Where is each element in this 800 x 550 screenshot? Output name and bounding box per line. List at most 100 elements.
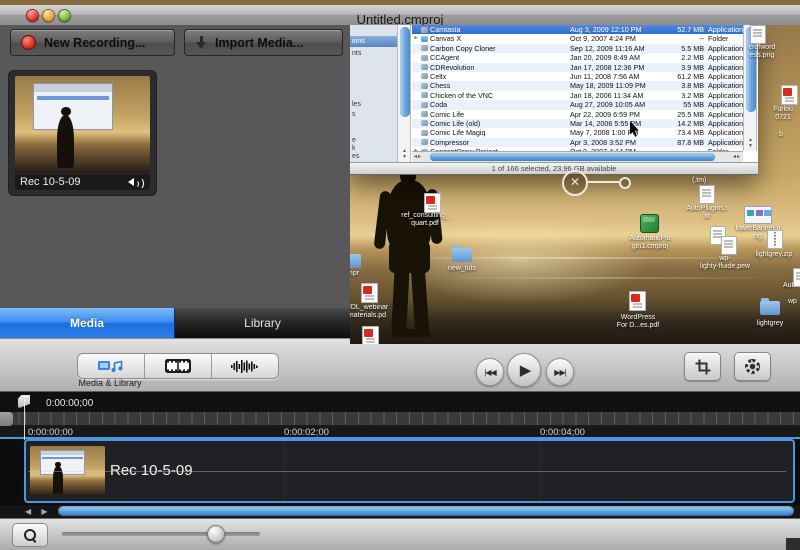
desktop-icon-doc: [721, 236, 737, 255]
magnifier-icon: [24, 529, 36, 541]
desktop-icon-label: new_tuts: [440, 265, 484, 273]
tab-media[interactable]: Media: [0, 308, 175, 338]
media-bin-panel: New Recording... Import Media... Rec 10-…: [0, 25, 350, 338]
timeline-header[interactable]: 0:00:00;00: [0, 392, 800, 412]
desktop-label-fragment: b: [779, 131, 783, 138]
view-segmented-control: [77, 353, 279, 379]
import-media-button[interactable]: Import Media...: [184, 29, 343, 56]
clip-caption: Rec 10-5-09: [15, 174, 150, 190]
app-icon: [421, 83, 428, 89]
bin-tabbar: Media Library: [0, 308, 350, 338]
finder-status-bar: 1 of 166 selected, 23.96 GB available: [350, 162, 758, 174]
import-media-label: Import Media...: [215, 36, 303, 50]
title-bar[interactable]: Untitled.cmproj: [0, 5, 800, 26]
hscroll-thumb: [430, 153, 715, 161]
zoom-tool-button[interactable]: [12, 523, 48, 547]
speaker-icon: [128, 178, 144, 187]
timeline-track: Rec 10-5-09: [0, 439, 800, 505]
play-button[interactable]: ▶: [507, 353, 541, 387]
desktop-icon-pdf: [362, 326, 379, 344]
finder-row: Comic Life MagiqMay 7, 2008 1:00 PM73.4 …: [412, 128, 743, 137]
desktop-icon-label: ref_consulting_quart.pdf: [388, 212, 462, 228]
desktop-icon-project: [640, 214, 659, 233]
finder-row: CompressorApr 3, 2008 3:52 PM87.8 MBAppl…: [412, 138, 743, 147]
folder-icon: [421, 36, 428, 42]
desktop-icon-label: lightgrey: [748, 320, 792, 328]
sidebar-fragment: es: [352, 153, 396, 161]
waveform-icon: [230, 359, 260, 374]
settings-button[interactable]: [734, 352, 771, 381]
desktop-icon-image: [744, 206, 772, 224]
finder-row: ChessMay 18, 2009 11:09 PM3.8 MBApplicat…: [412, 81, 743, 90]
finder-row: Chicken of the VNCJan 18, 2006 11:34 AM3…: [412, 91, 743, 100]
timeline-zoom-slider-thumb[interactable]: [207, 525, 225, 543]
resize-corner: [786, 538, 800, 550]
play-icon: ▶: [520, 361, 532, 379]
audio-view-button[interactable]: [211, 354, 278, 378]
filmstrip-icon: [165, 359, 191, 373]
desktop-label-fragment: (.tm): [692, 177, 706, 184]
new-recording-button[interactable]: New Recording...: [10, 29, 175, 56]
desktop-icon-pdf: [629, 291, 646, 311]
desktop-icon-folder: [350, 254, 361, 268]
sidebar-scrollbar: ▲▼: [397, 25, 411, 162]
tab-library[interactable]: Library: [175, 308, 350, 338]
finder-row: CCAgentJan 20, 2009 8:49 AM2.2 MBApplica…: [412, 53, 743, 62]
desktop-icon-label: wp-lighty-fluide.pew: [696, 255, 754, 271]
desktop-icon-folder: [760, 301, 780, 315]
playhead-line: [24, 395, 25, 440]
desktop-icon-pdf: [781, 85, 798, 105]
app-icon: [421, 92, 428, 98]
crop-button[interactable]: [684, 352, 721, 381]
finder-row: Carbon Copy ClonerSep 12, 2009 11:16 AM5…: [412, 44, 743, 53]
skip-start-icon: |◀◀: [484, 368, 495, 377]
previous-frame-button[interactable]: |◀◀: [476, 358, 504, 386]
new-recording-label: New Recording...: [44, 36, 145, 50]
app-icon: [421, 55, 428, 61]
timeline-scrollbar[interactable]: [58, 506, 794, 516]
desktop-icon-label: AutoPlugins.txt: [683, 205, 731, 221]
app-icon: [421, 64, 428, 70]
app-icon: [421, 139, 428, 145]
sidebar-fragment: les: [352, 101, 396, 109]
timeline-clip[interactable]: Rec 10-5-09: [24, 439, 795, 503]
finder-row: CeltxJun 11, 2008 7:56 AM61.2 MBApplicat…: [412, 72, 743, 81]
desktop-icon-label: UDL_webinarmaterials.pd: [350, 304, 393, 320]
desktop-icon-label: AutomaticPlugin1.cmproj: [626, 235, 674, 251]
video-preview-canvas[interactable]: ions nts les s e k es ▲▼ CamtasiaAug 3, …: [350, 25, 800, 344]
gear-icon: [745, 359, 760, 374]
timeline-time-labels: 0:00:00;00 0:00:02;00 0:00:04;00: [0, 426, 800, 437]
app-icon: [421, 27, 428, 33]
track-collapse-handle[interactable]: [0, 412, 13, 426]
desktop-icon-doc: [699, 185, 715, 204]
next-frame-button[interactable]: ▶▶|: [546, 358, 574, 386]
playhead-time-label: 0:00:00;00: [46, 398, 93, 409]
main-toolbar: Media & Library |◀◀ ▶ ▶▶|: [0, 338, 800, 392]
sidebar-fragment: s: [352, 111, 396, 119]
download-arrow-icon: [195, 36, 207, 50]
desktop-icon-label: WordPressFor D...es.pdf: [608, 314, 668, 330]
desktop-icon-doc: [750, 25, 766, 44]
desktop-icon-label: crofwordess.png: [736, 44, 788, 60]
sidebar-fragment: nts: [352, 50, 396, 58]
timeline-scroll-arrows[interactable]: ◀ ▶: [25, 507, 52, 516]
clip-name-label: Rec 10-5-09: [20, 176, 81, 188]
clips-view-button[interactable]: [144, 354, 211, 378]
finder-file-list: CamtasiaAug 3, 2009 12:10 PM52.7 MBAppli…: [412, 25, 743, 157]
media-library-view-button[interactable]: [78, 354, 144, 378]
crop-icon: [695, 359, 711, 375]
sidebar-fragment: k: [352, 145, 396, 153]
desktop-icon-pdf: [424, 193, 441, 213]
desktop-icon-label: Furlou0721: [763, 106, 800, 122]
media-bin-clip[interactable]: Rec 10-5-09: [8, 70, 157, 196]
timeline-ruler[interactable]: [0, 412, 800, 426]
timeline-scroll-row: ◀ ▶: [0, 505, 800, 518]
app-icon: [421, 130, 428, 136]
finder-row: Comic Life (old)Mar 14, 2006 5:55 PM14.2…: [412, 119, 743, 128]
sidebar-fragment: e: [352, 137, 396, 145]
timeline-zoom-slider-track[interactable]: [62, 532, 260, 536]
finder-sidebar: ions nts les s e k es: [350, 25, 397, 162]
desktop-label-fragment: Aut: [783, 282, 794, 289]
finder-row: Comic LifeApr 22, 2009 6:59 PM25.5 MBApp…: [412, 110, 743, 119]
desktop-label-fragment: wp: [788, 298, 797, 305]
